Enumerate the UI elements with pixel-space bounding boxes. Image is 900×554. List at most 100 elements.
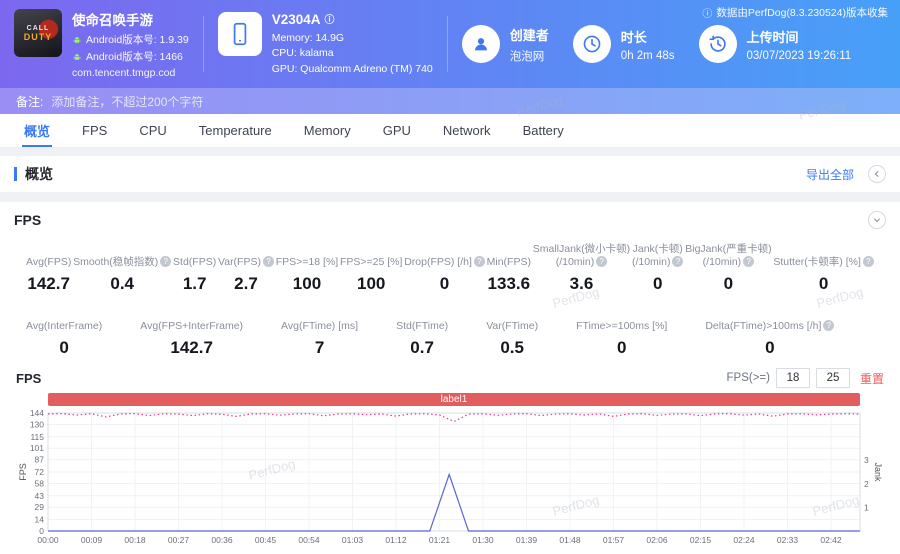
stat-label: Min(FPS) xyxy=(487,242,531,269)
svg-text:02:15: 02:15 xyxy=(690,535,712,545)
stat-label: Avg(FPS) xyxy=(26,242,71,269)
collect-note-text: 数据由PerfDog(8.3.230524)版本收集 xyxy=(716,5,888,20)
stat-value: 0 xyxy=(26,338,102,358)
creator-value: 泡泡网 xyxy=(510,48,549,64)
stat-label: Std(FPS) xyxy=(173,242,216,269)
perfdog-report-page: ⓘ 数据由PerfDog(8.3.230524)版本收集 CALL DUTY 使… xyxy=(0,0,900,554)
tab-Network[interactable]: Network xyxy=(427,114,507,147)
stat-label: Stutter(卡顿率) [%]? xyxy=(773,242,874,269)
note-input[interactable]: 添加备注，不超过200个字符 xyxy=(51,93,203,110)
tab-FPS[interactable]: FPS xyxy=(66,114,123,147)
tab-GPU[interactable]: GPU xyxy=(367,114,427,147)
info-icon[interactable]: ? xyxy=(160,256,171,267)
phone-icon xyxy=(218,12,262,56)
upload-time-value: 03/07/2023 19:26:11 xyxy=(747,50,852,62)
reset-link[interactable]: 重置 xyxy=(860,370,884,387)
svg-text:00:54: 00:54 xyxy=(298,535,320,545)
svg-text:01:57: 01:57 xyxy=(603,535,625,545)
stat-label: FPS>=25 [%] xyxy=(340,242,402,269)
stat-cell: FPS>=18 [%]100 xyxy=(276,242,338,294)
fps-stats-row1: Avg(FPS)142.7Smooth(稳帧指数)?0.4Std(FPS)1.7… xyxy=(0,238,900,296)
device-model-text: V2304A xyxy=(272,10,321,30)
stat-label: Avg(FTime) [ms] xyxy=(281,306,358,333)
stat-cell: Avg(FTime) [ms]7 xyxy=(281,306,358,358)
stat-label: Avg(FPS+InterFrame) xyxy=(140,306,243,333)
android-icon xyxy=(72,35,82,45)
info-icon[interactable]: ? xyxy=(263,256,274,267)
svg-text:00:09: 00:09 xyxy=(81,535,103,545)
info-icon[interactable]: ⓘ xyxy=(325,13,335,28)
svg-text:00:18: 00:18 xyxy=(124,535,146,545)
svg-text:144: 144 xyxy=(30,410,44,418)
info-icon[interactable]: ? xyxy=(474,256,485,267)
overview-title: 概览 xyxy=(14,164,53,184)
stat-label: Var(FTime) xyxy=(486,306,538,333)
stat-cell: Var(FTime) 0.5 xyxy=(486,306,538,358)
info-icon[interactable]: ? xyxy=(823,320,834,331)
info-icon[interactable]: ? xyxy=(863,256,874,267)
stat-cell: Min(FPS)133.6 xyxy=(487,242,531,294)
info-icon[interactable]: ? xyxy=(743,256,754,267)
tab-Battery[interactable]: Battery xyxy=(507,114,580,147)
fps-threshold-controls: FPS(>=) 重置 xyxy=(727,368,884,388)
stat-cell: BigJank(严重卡顿)(/10min)?0 xyxy=(685,242,771,294)
tab-CPU[interactable]: CPU xyxy=(123,114,182,147)
fps-section: FPS Avg(FPS)142.7Smooth(稳帧指数)?0.4Std(FPS… xyxy=(0,202,900,554)
device-memory: Memory: 14.9G xyxy=(272,31,433,47)
stat-label: Delta(FTime)>100ms [/h]? xyxy=(705,306,834,333)
game-block: CALL DUTY 使命召唤手游 Android版本号: 1.9.39 Andr… xyxy=(14,9,189,79)
game-info: 使命召唤手游 Android版本号: 1.9.39 Android版本号: 14… xyxy=(72,9,189,79)
info-icon[interactable]: ? xyxy=(596,256,607,267)
svg-text:02:06: 02:06 xyxy=(646,535,668,545)
stat-cell: Jank(卡顿)(/10min)?0 xyxy=(632,242,684,294)
duration-block: 时长 0h 2m 48s xyxy=(573,25,675,63)
svg-text:00:36: 00:36 xyxy=(211,535,233,545)
fps-chart-title: FPS xyxy=(16,371,41,386)
note-label: 备注: xyxy=(16,93,43,110)
header-divider xyxy=(447,16,448,72)
stat-value: 3.6 xyxy=(533,274,630,294)
svg-text:01:39: 01:39 xyxy=(516,535,538,545)
svg-text:72: 72 xyxy=(35,467,45,477)
svg-text:87: 87 xyxy=(35,455,45,465)
android-build-text: Android版本号: 1466 xyxy=(86,49,183,64)
stat-value: 0.5 xyxy=(486,338,538,358)
android-icon xyxy=(72,52,82,62)
collapse-fps-button[interactable] xyxy=(868,211,886,229)
game-package: com.tencent.tmgp.cod xyxy=(72,67,189,79)
stat-label: Var(FPS)? xyxy=(218,242,274,269)
device-block: V2304A ⓘ Memory: 14.9G CPU: kalama GPU: … xyxy=(218,10,433,78)
svg-text:00:45: 00:45 xyxy=(255,535,277,545)
fps-threshold-high-input[interactable] xyxy=(816,368,850,388)
tab-概览[interactable]: 概览 xyxy=(8,114,66,147)
stat-value: 0 xyxy=(773,274,874,294)
stat-value: 0 xyxy=(632,274,684,294)
stat-value: 1.7 xyxy=(173,274,216,294)
collapse-left-button[interactable] xyxy=(868,165,886,183)
tab-Temperature[interactable]: Temperature xyxy=(183,114,288,147)
duration-value: 0h 2m 48s xyxy=(621,50,675,62)
section-accent-bar xyxy=(14,167,17,181)
svg-text:01:48: 01:48 xyxy=(559,535,581,545)
stat-value: 0 xyxy=(685,274,771,294)
fps-chart[interactable]: 144130115101877258432914000:0000:0900:18… xyxy=(14,410,886,554)
creator-label: 创建者 xyxy=(510,25,549,44)
tab-Memory[interactable]: Memory xyxy=(288,114,367,147)
stat-cell: FTime>=100ms [%]0 xyxy=(576,306,667,358)
device-model: V2304A ⓘ xyxy=(272,10,433,30)
svg-text:00:00: 00:00 xyxy=(37,535,59,545)
stat-label: FTime>=100ms [%] xyxy=(576,306,667,333)
stat-value: 0.7 xyxy=(396,338,448,358)
fps-threshold-low-input[interactable] xyxy=(776,368,810,388)
device-info: V2304A ⓘ Memory: 14.9G CPU: kalama GPU: … xyxy=(272,10,433,78)
clock-icon xyxy=(573,25,611,63)
overview-section-header: 概览 导出全部 xyxy=(0,156,900,192)
stat-cell: Std(FPS) 1.7 xyxy=(173,242,216,294)
info-icon[interactable]: ? xyxy=(672,256,683,267)
stat-value: 100 xyxy=(340,274,402,294)
fps-chart-header: FPS FPS(>=) 重置 xyxy=(0,360,900,393)
svg-text:14: 14 xyxy=(35,515,45,525)
svg-text:115: 115 xyxy=(30,432,44,442)
export-all-link[interactable]: 导出全部 xyxy=(806,166,854,183)
fps-chart-wrap: label1 144130115101877258432914000:0000:… xyxy=(0,393,900,554)
